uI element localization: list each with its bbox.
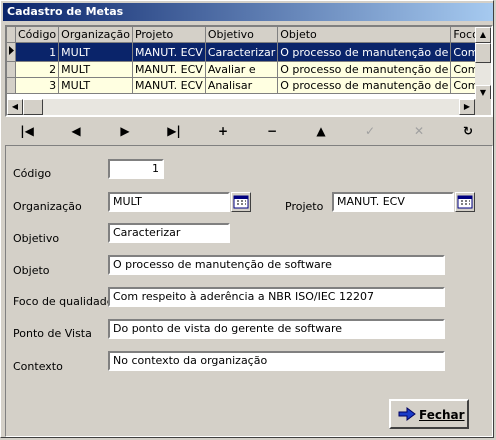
table-cell[interactable]: MULT	[58, 42, 133, 62]
ponto-de-vista-field[interactable]: Do ponto de vista do gerente de software	[108, 319, 445, 339]
next-record-icon[interactable]: ▶	[101, 119, 149, 143]
vertical-scrollbar[interactable]: ▲ ▼	[475, 27, 491, 101]
cancel-edit-icon[interactable]: ✕	[395, 119, 443, 143]
calendar-lookup-icon[interactable]	[455, 192, 475, 212]
grid-indicator-header	[7, 27, 16, 43]
table-cell[interactable]: MANUT. ECV	[132, 77, 206, 94]
grid-header-objeto[interactable]: Objeto	[277, 27, 452, 43]
table-row[interactable]: 2 MULT MANUT. ECV Avaliar e O processo d…	[7, 61, 491, 78]
codigo-label: Código	[13, 167, 52, 180]
projeto-label: Projeto	[285, 200, 324, 213]
organizacao-field[interactable]: MULT	[108, 192, 230, 212]
table-cell[interactable]: MULT	[58, 77, 133, 94]
last-record-icon[interactable]: ▶|	[150, 119, 198, 143]
table-cell[interactable]: MANUT. ECV	[132, 42, 206, 62]
first-record-icon[interactable]: |◀	[3, 119, 51, 143]
horizontal-scrollbar[interactable]: ◀ ▶	[7, 99, 475, 115]
arrow-right-icon	[398, 406, 416, 425]
title-bar: Cadastro de Metas	[3, 3, 493, 21]
fechar-label: Fechar	[419, 408, 465, 422]
current-row-indicator-icon	[7, 42, 16, 62]
table-cell[interactable]: O processo de manutenção de	[277, 42, 452, 62]
contexto-label: Contexto	[13, 360, 63, 373]
fechar-button[interactable]: Fechar	[389, 399, 469, 429]
prior-record-icon[interactable]: ◀	[52, 119, 100, 143]
contexto-field[interactable]: No contexto da organização	[108, 351, 445, 371]
codigo-field[interactable]: 1	[108, 159, 164, 179]
objeto-field[interactable]: O processo de manutenção de software	[108, 255, 445, 275]
scroll-up-icon[interactable]: ▲	[475, 27, 491, 43]
vertical-scroll-thumb[interactable]	[475, 43, 491, 63]
table-cell[interactable]: O processo de manutenção de	[277, 77, 452, 94]
calendar-lookup-icon[interactable]	[231, 192, 251, 212]
foco-field[interactable]: Com respeito à aderência a NBR ISO/IEC 1…	[108, 287, 445, 307]
db-navigator: |◀ ◀ ▶ ▶| + − ▲ ✓ ✕ ↻	[3, 119, 493, 143]
row-indicator	[7, 61, 16, 78]
window: Cadastro de Metas Código Organização Pro…	[0, 0, 494, 438]
organizacao-label: Organização	[13, 200, 82, 213]
delete-record-icon[interactable]: −	[248, 119, 296, 143]
table-cell[interactable]: 3	[15, 77, 60, 94]
foco-label: Foco de qualidade	[13, 295, 114, 308]
scroll-right-icon[interactable]: ▶	[459, 99, 475, 115]
records-grid[interactable]: Código Organização Projeto Objetivo Obje…	[5, 25, 493, 117]
grid-header-organizacao[interactable]: Organização	[58, 27, 133, 43]
table-cell[interactable]: MANUT. ECV	[132, 61, 206, 78]
ponto-de-vista-label: Ponto de Vista	[13, 327, 92, 340]
table-cell[interactable]: Avaliar e	[205, 61, 279, 78]
grid-header-codigo[interactable]: Código	[15, 27, 60, 43]
grid-header-projeto[interactable]: Projeto	[132, 27, 206, 43]
grid-header-row: Código Organização Projeto Objetivo Obje…	[7, 27, 491, 43]
table-row[interactable]: 1 MULT MANUT. ECV Caracterizar O process…	[7, 42, 491, 62]
table-row[interactable]: 3 MULT MANUT. ECV Analisar O processo de…	[7, 77, 491, 94]
objetivo-field[interactable]: Caracterizar	[108, 223, 230, 243]
table-cell[interactable]: Caracterizar	[205, 42, 279, 62]
grid-header-objetivo[interactable]: Objetivo	[205, 27, 279, 43]
table-cell[interactable]: Analisar	[205, 77, 279, 94]
row-indicator	[7, 77, 16, 94]
table-cell[interactable]: 1	[15, 42, 60, 62]
table-cell[interactable]: MULT	[58, 61, 133, 78]
window-title: Cadastro de Metas	[7, 5, 124, 18]
table-cell[interactable]: O processo de manutenção de	[277, 61, 452, 78]
table-cell[interactable]: 2	[15, 61, 60, 78]
refresh-icon[interactable]: ↻	[444, 119, 492, 143]
objetivo-label: Objetivo	[13, 232, 60, 245]
post-record-icon[interactable]: ✓	[346, 119, 394, 143]
edit-record-icon[interactable]: ▲	[297, 119, 345, 143]
insert-record-icon[interactable]: +	[199, 119, 247, 143]
scrollbar-corner	[475, 99, 491, 115]
scroll-left-icon[interactable]: ◀	[7, 99, 23, 115]
horizontal-scroll-thumb[interactable]	[23, 99, 43, 115]
projeto-field[interactable]: MANUT. ECV	[332, 192, 454, 212]
objeto-label: Objeto	[13, 264, 50, 277]
